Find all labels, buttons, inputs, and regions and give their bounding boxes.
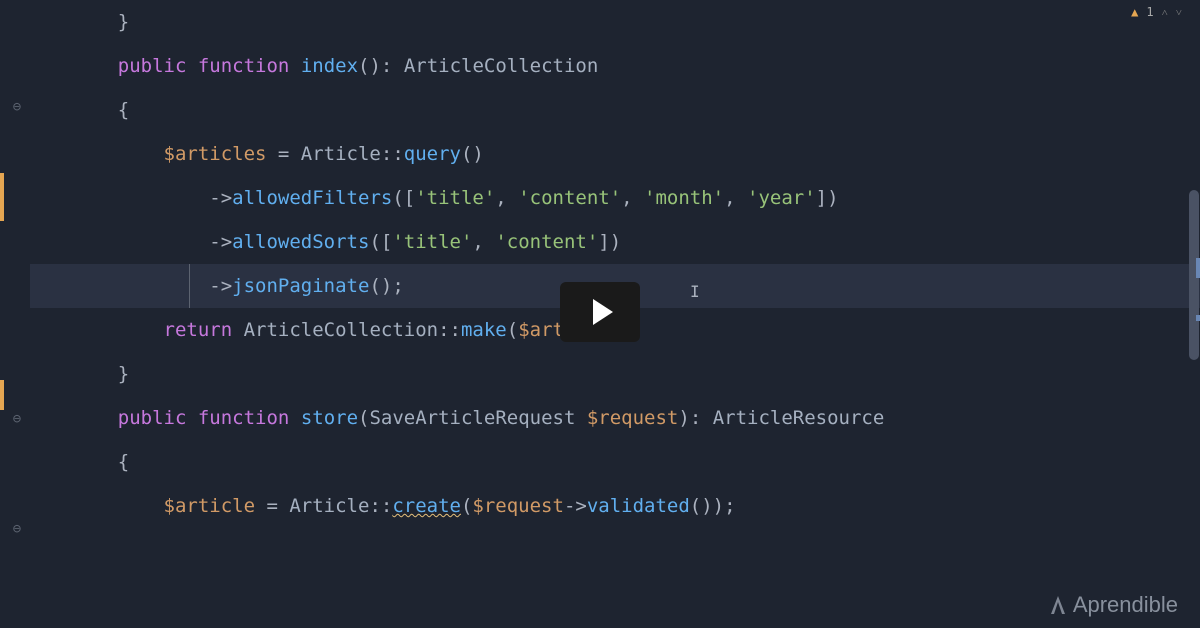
fold-icon[interactable]: ⊖ bbox=[12, 522, 22, 536]
nav-down-icon[interactable]: ˅ bbox=[1176, 7, 1182, 18]
cursor-position bbox=[189, 264, 190, 308]
change-marker bbox=[0, 380, 4, 410]
code-line[interactable]: $articles = Article::query() bbox=[30, 132, 1200, 176]
play-button[interactable] bbox=[560, 282, 640, 342]
code-line[interactable]: } bbox=[30, 352, 1200, 396]
code-line[interactable]: { bbox=[30, 88, 1200, 132]
code-line[interactable]: public function index(): ArticleCollecti… bbox=[30, 44, 1200, 88]
scrollbar[interactable] bbox=[1186, 0, 1200, 628]
scrollbar-marker bbox=[1196, 258, 1200, 278]
code-line[interactable]: { bbox=[30, 440, 1200, 484]
play-icon bbox=[593, 299, 613, 325]
code-line[interactable]: public function store(SaveArticleRequest… bbox=[30, 396, 1200, 440]
warning-icon: ▲ bbox=[1131, 6, 1138, 18]
fold-icon[interactable]: ⊖ bbox=[12, 100, 22, 114]
logo-text: Aprendible bbox=[1073, 594, 1178, 616]
warning-count: 1 bbox=[1146, 6, 1153, 18]
fold-icon[interactable]: ⊖ bbox=[12, 412, 22, 426]
code-line[interactable]: } bbox=[30, 0, 1200, 44]
nav-up-icon[interactable]: ˄ bbox=[1162, 7, 1168, 18]
code-line[interactable]: $article = Article::create($request->val… bbox=[30, 484, 1200, 528]
text-cursor-icon: I bbox=[690, 270, 700, 314]
change-marker bbox=[0, 173, 4, 221]
code-line[interactable]: ->allowedFilters(['title', 'content', 'm… bbox=[30, 176, 1200, 220]
inspection-indicators[interactable]: ▲ 1 ˄ ˅ bbox=[1131, 6, 1182, 18]
scrollbar-marker bbox=[1196, 315, 1200, 321]
logo-icon bbox=[1049, 594, 1067, 616]
code-line[interactable]: ->allowedSorts(['title', 'content']) bbox=[30, 220, 1200, 264]
brand-logo: Aprendible bbox=[1049, 594, 1178, 616]
